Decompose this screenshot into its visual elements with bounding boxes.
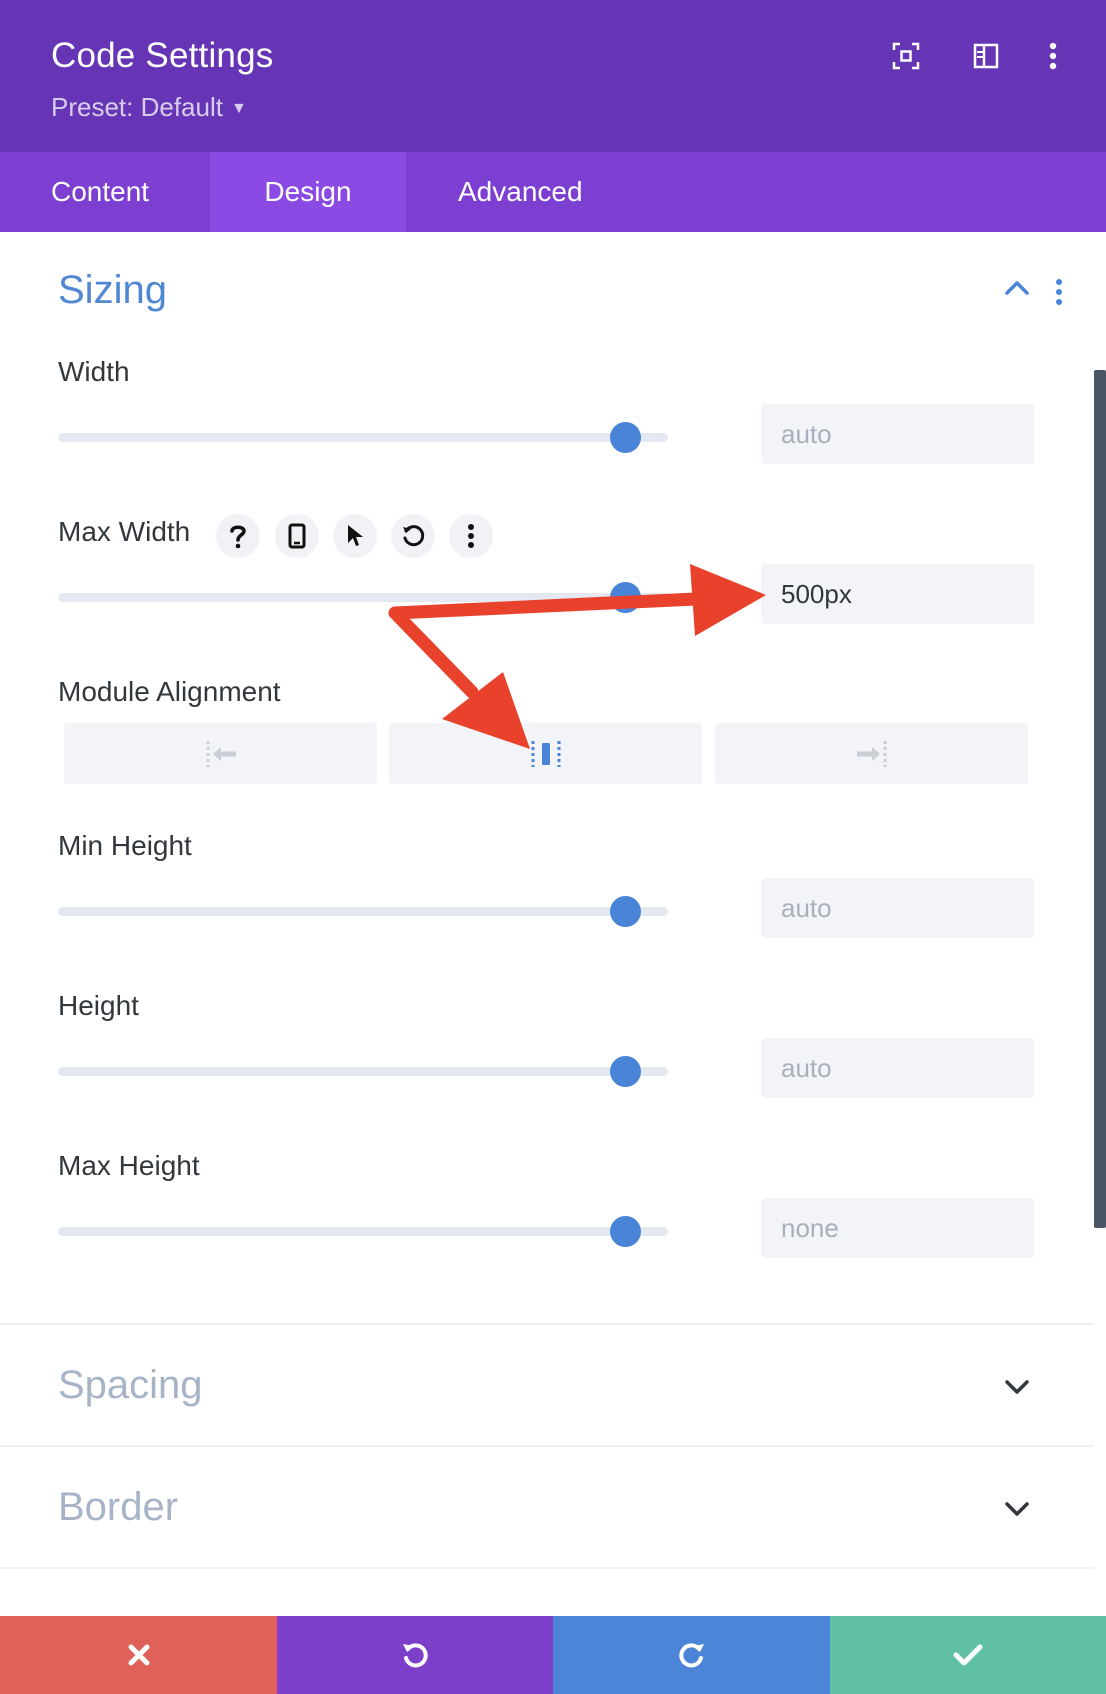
divider xyxy=(0,1445,1094,1447)
chevron-down-icon[interactable] xyxy=(1004,1378,1030,1401)
discard-button[interactable] xyxy=(0,1616,277,1694)
section-title-spacing[interactable]: Spacing xyxy=(58,1363,203,1408)
preset-selector[interactable]: Preset: Default ▼ xyxy=(51,92,247,123)
slider-thumb[interactable] xyxy=(610,582,642,613)
section-title-sizing[interactable]: Sizing xyxy=(58,268,167,313)
slider-track xyxy=(58,593,668,602)
divider xyxy=(0,1323,1094,1325)
tab-advanced[interactable]: Advanced xyxy=(406,152,666,232)
slider-track xyxy=(58,907,668,916)
undo-button[interactable] xyxy=(277,1616,553,1694)
caret-down-icon: ▼ xyxy=(230,100,247,117)
height-input[interactable]: auto xyxy=(761,1038,1034,1098)
tab-design[interactable]: Design xyxy=(210,152,406,232)
modal-title: Code Settings xyxy=(51,36,274,75)
check-icon xyxy=(953,1644,983,1666)
max-width-label: Max Width xyxy=(58,516,191,547)
align-left-icon xyxy=(206,740,236,767)
chevron-up-icon[interactable] xyxy=(1004,278,1030,301)
responsive-phone-icon[interactable] xyxy=(275,514,319,558)
min-height-label: Min Height xyxy=(58,830,192,861)
align-center-icon xyxy=(531,740,560,767)
slider-track xyxy=(58,433,668,442)
divider xyxy=(0,1567,1094,1569)
redo-button[interactable] xyxy=(553,1616,830,1694)
align-right-button[interactable] xyxy=(715,723,1028,784)
focus-icon[interactable] xyxy=(888,38,924,74)
slider-thumb[interactable] xyxy=(610,896,642,927)
width-label: Width xyxy=(58,356,130,387)
slider-thumb[interactable] xyxy=(610,1216,642,1247)
height-label: Height xyxy=(58,990,139,1021)
slider-thumb[interactable] xyxy=(610,422,642,453)
redo-icon xyxy=(678,1643,704,1668)
tab-bar: Content Design Advanced xyxy=(0,152,1106,232)
more-vertical-icon[interactable] xyxy=(1035,38,1071,74)
width-input[interactable]: auto xyxy=(761,404,1034,464)
modal-header: Code Settings Preset: Default ▼ xyxy=(0,0,1106,152)
more-vertical-icon[interactable] xyxy=(449,514,493,558)
min-height-input[interactable]: auto xyxy=(761,878,1034,938)
save-button[interactable] xyxy=(830,1616,1106,1694)
undo-icon xyxy=(403,1643,428,1668)
slider-track xyxy=(58,1227,668,1236)
align-center-button[interactable] xyxy=(389,723,702,784)
help-icon[interactable] xyxy=(216,514,260,558)
max-height-slider[interactable] xyxy=(58,1211,685,1251)
scrollbar[interactable] xyxy=(1094,370,1106,1228)
max-height-label: Max Height xyxy=(58,1150,200,1181)
tab-content[interactable]: Content xyxy=(0,152,210,232)
width-slider[interactable] xyxy=(58,417,685,457)
max-height-input[interactable]: none xyxy=(761,1198,1034,1258)
hover-cursor-icon[interactable] xyxy=(333,514,377,558)
section-options-icon[interactable] xyxy=(1055,278,1063,311)
module-alignment-label: Module Alignment xyxy=(58,676,281,707)
height-slider[interactable] xyxy=(58,1051,685,1091)
modal-footer xyxy=(0,1616,1106,1694)
min-height-slider[interactable] xyxy=(58,891,685,931)
sidebar-layout-icon[interactable] xyxy=(968,38,1004,74)
max-width-slider[interactable] xyxy=(58,577,685,617)
max-width-input[interactable]: 500px xyxy=(761,564,1034,624)
section-title-border[interactable]: Border xyxy=(58,1485,178,1530)
align-left-button[interactable] xyxy=(64,723,377,784)
slider-thumb[interactable] xyxy=(610,1056,642,1087)
chevron-down-icon[interactable] xyxy=(1004,1500,1030,1523)
reset-icon[interactable] xyxy=(391,514,435,558)
preset-label: Preset: Default xyxy=(51,92,223,122)
align-right-icon xyxy=(856,740,886,767)
slider-track xyxy=(58,1067,668,1076)
close-icon xyxy=(128,1644,149,1666)
